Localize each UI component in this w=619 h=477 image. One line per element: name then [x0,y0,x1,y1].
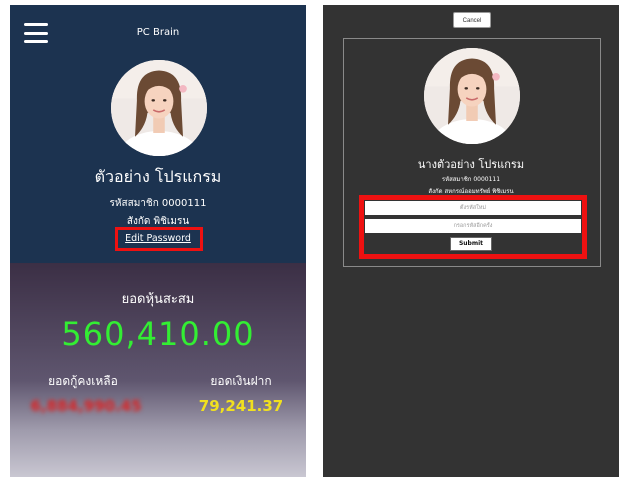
avatar [111,60,207,156]
deposit-label: ยอดเงินฝาก [210,374,272,388]
confirm-password-input[interactable] [365,219,581,233]
shares-label: ยอดหุ้นสะสม [121,292,195,307]
member-name: ตัวอย่าง โปรแกรม [94,167,222,186]
deposit-value: 79,241.37 [198,397,284,415]
shares-value: 560,410.00 [61,315,255,353]
app-title: PC Brain [136,27,180,38]
loan-balance-value: 6,884,990.45 [30,397,142,415]
member-profile-screen: PC Brain ตัวอย่าง โปรแกรม รหัสสมาชิก 000… [10,5,306,477]
edit-password-screen: Cancel นางตัวอย่าง โปรแกรม รหัสสมาชิก 00… [323,5,619,477]
loan-balance-label: ยอดกู้คงเหลือ [48,374,118,388]
new-password-input[interactable] [365,201,581,215]
member-id: รหัสสมาชิก 0000111 [441,176,501,183]
submit-button[interactable]: Submit [450,237,492,251]
avatar [424,48,520,144]
member-id: รหัสสมาชิก 0000111 [109,198,207,209]
cancel-button[interactable]: Cancel [453,12,491,28]
member-name: นางตัวอย่าง โปรแกรม [417,158,525,171]
edit-password-link[interactable]: Edit Password [10,233,306,244]
